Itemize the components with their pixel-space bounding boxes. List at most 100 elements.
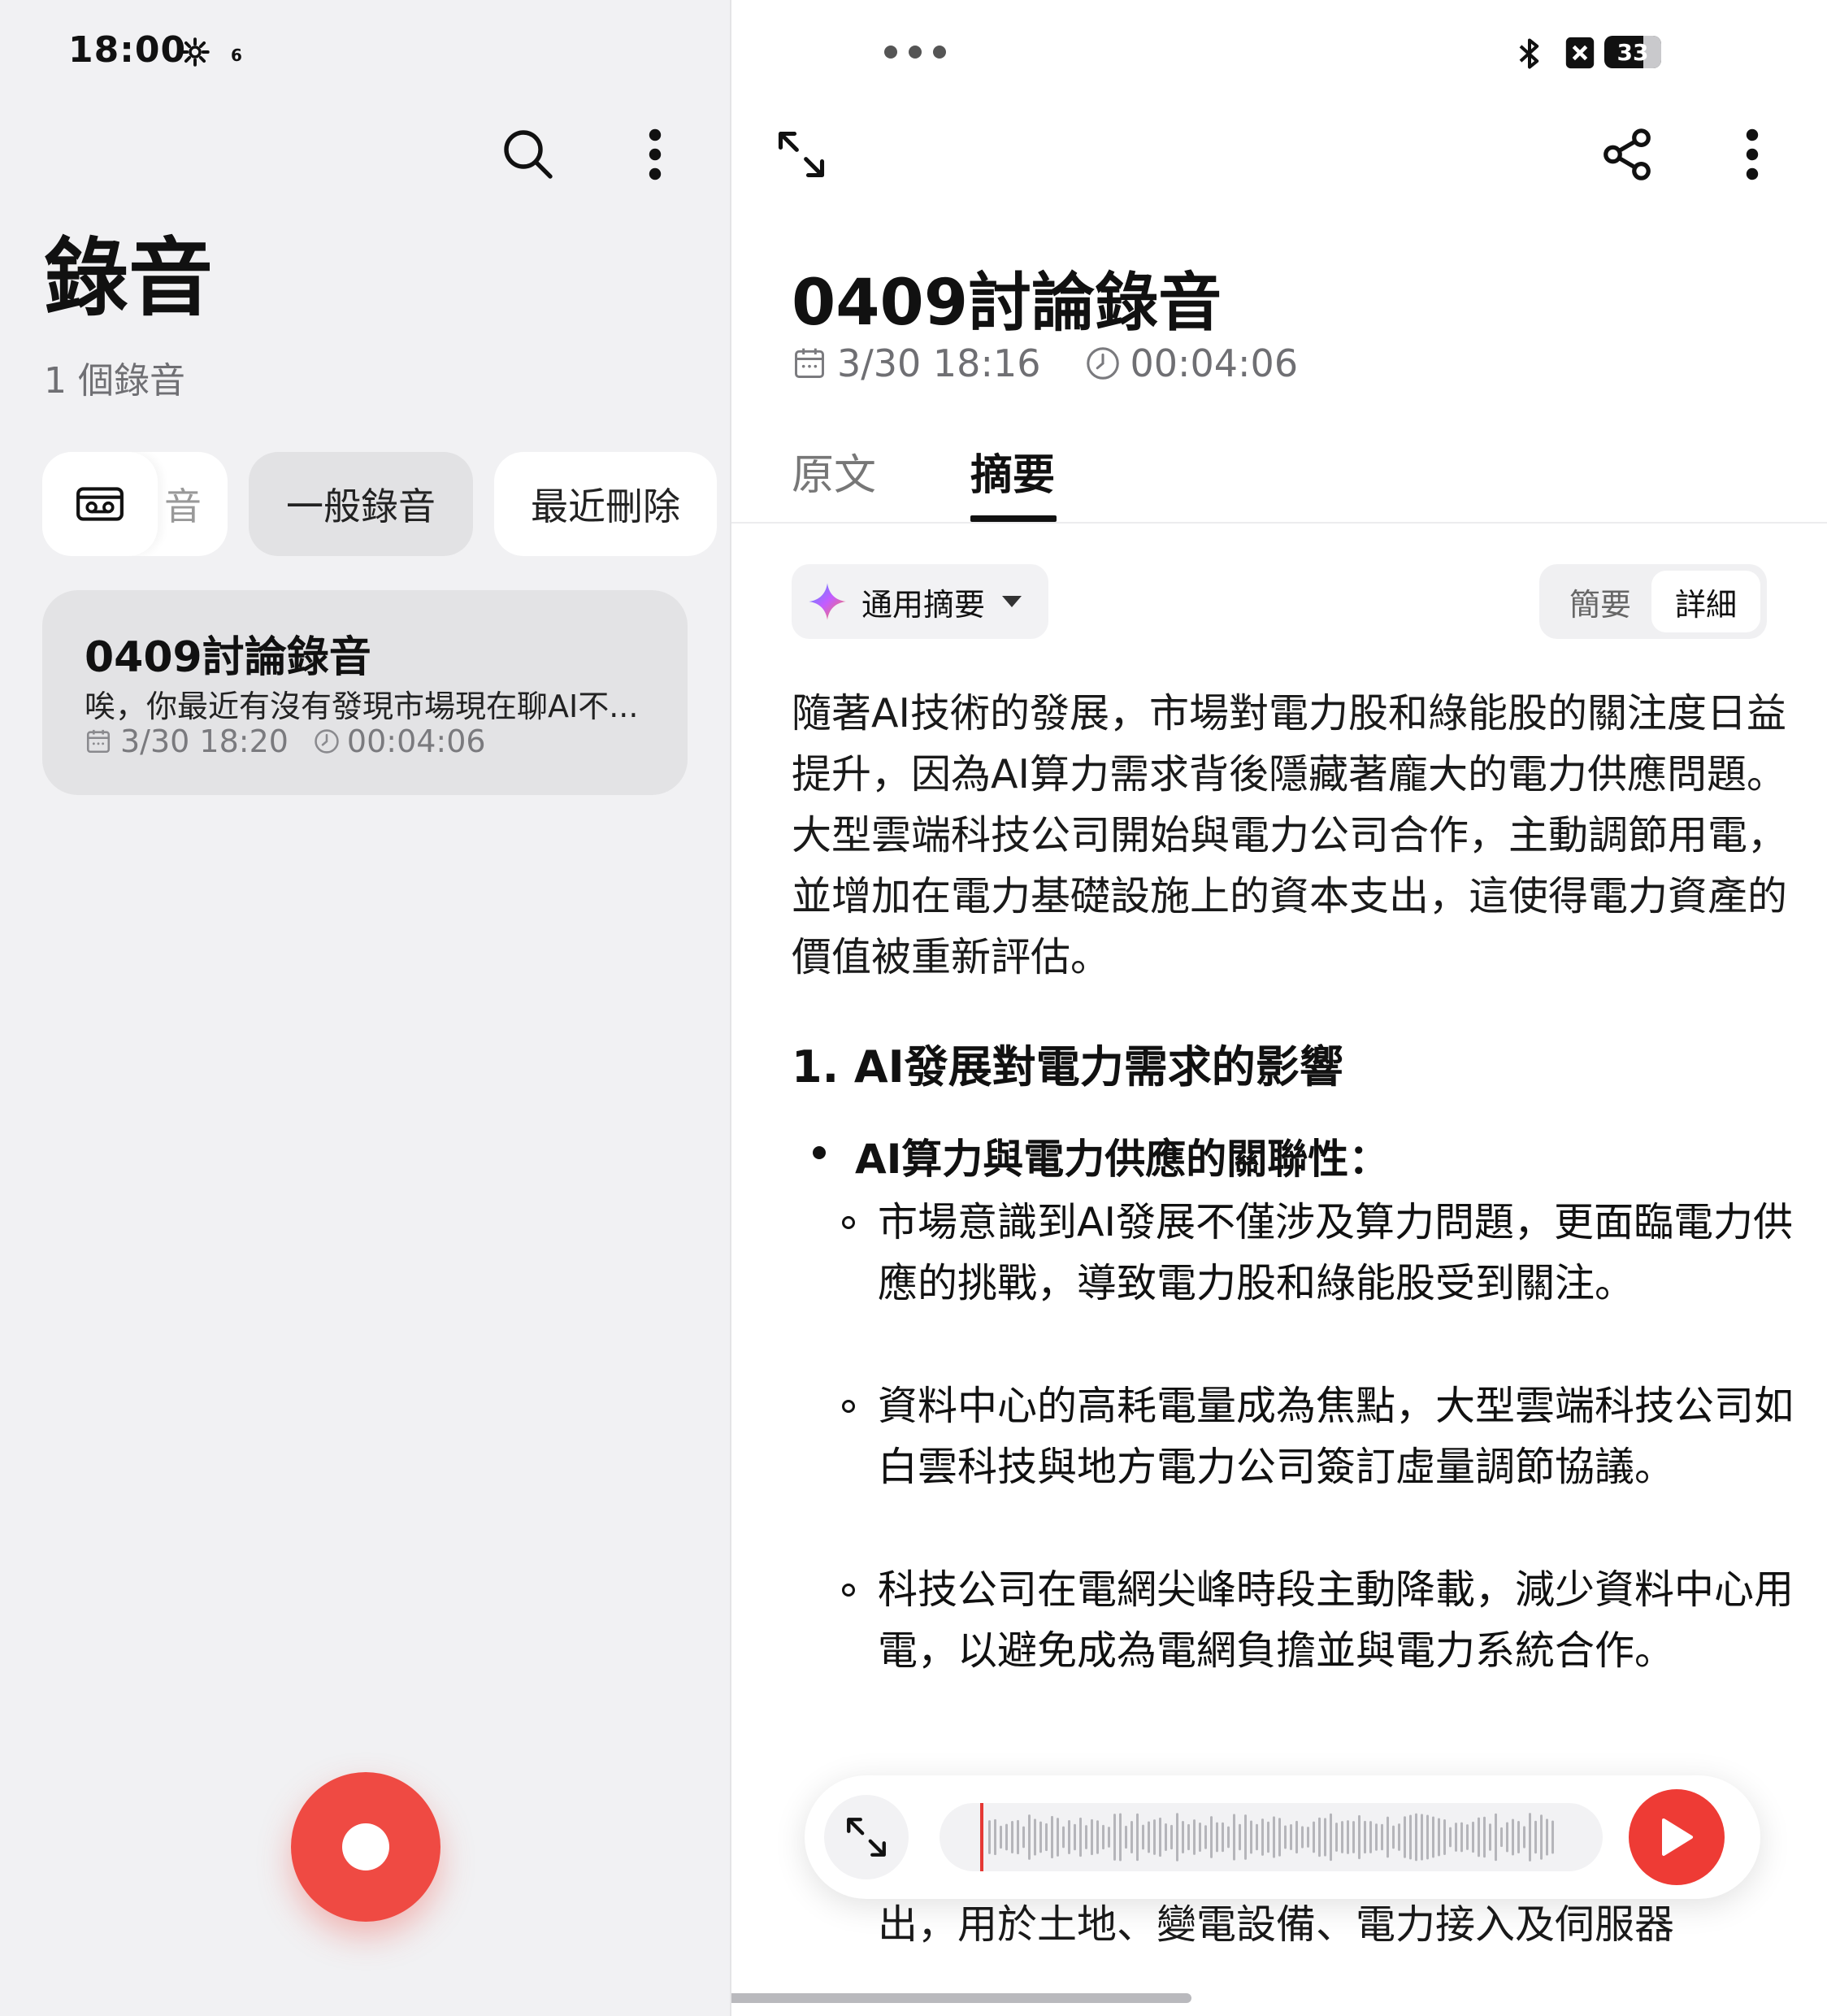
recording-snippet: 唉，你最近有沒有發現市場現在聊AI不... (85, 689, 639, 724)
home-indicator[interactable] (731, 1993, 1191, 2003)
waveform-bar (1096, 1820, 1099, 1854)
waveform-bar (1034, 1818, 1036, 1856)
waveform-bar (1136, 1813, 1139, 1862)
waveform-bar (1404, 1816, 1406, 1858)
recording-meta: 3/30 18:16 00:04:06 (792, 341, 1298, 385)
waveform-bar (1079, 1817, 1082, 1857)
waveform-bar (1119, 1813, 1122, 1862)
summary-continued-text: 出，用於土地、變電設備、電力接入及伺服器 (878, 1894, 1796, 1975)
waveform-bar (1176, 1813, 1178, 1862)
waveform-bar (1307, 1827, 1309, 1848)
waveform-bar (1142, 1824, 1144, 1850)
waveform-bar (1210, 1816, 1213, 1858)
recording-date: 3/30 18:16 (837, 341, 1041, 385)
waveform-bar (1085, 1825, 1087, 1849)
waveform-bar (1375, 1823, 1378, 1851)
share-icon (1604, 128, 1651, 180)
active-tab-indicator (970, 515, 1057, 522)
waveform-bar (1415, 1813, 1417, 1862)
filter-chip-recently-deleted[interactable]: 最近刪除 (494, 452, 717, 556)
summary-type-label: 通用摘要 (861, 586, 986, 623)
waveform-bar (1426, 1814, 1429, 1860)
player-expand-button[interactable] (824, 1795, 909, 1879)
playhead[interactable] (980, 1803, 983, 1871)
recording-title: 0409討論錄音 (85, 633, 371, 682)
more-vertical-icon (1746, 128, 1759, 180)
waveform-bar (1540, 1814, 1543, 1860)
search-button[interactable] (496, 122, 561, 187)
waveform-bar (1551, 1820, 1554, 1854)
recording-date: 3/30 18:20 (120, 723, 289, 759)
section-heading: 1. AI發展對電力需求的影響 (792, 1041, 1343, 1093)
more-options-button[interactable] (631, 122, 679, 187)
waveform-bar (1062, 1826, 1065, 1849)
waveform-bar (1387, 1816, 1389, 1858)
tabs-divider (731, 522, 1827, 524)
filter-chip-call-recording[interactable]: 音 (42, 452, 228, 556)
waveform-bar (1517, 1821, 1520, 1853)
tab-transcript[interactable]: 原文 (792, 441, 876, 502)
clock-icon (1087, 347, 1120, 380)
waveform-bar (1091, 1818, 1093, 1856)
waveform-bar (1295, 1820, 1298, 1854)
waveform-bar (1039, 1821, 1042, 1853)
recordings-list-pane: 18:00 6 錄音 1 個錄音 音 一般錄音 最近刪除 0409討論錄音 唉，… (0, 0, 730, 2016)
summary-type-dropdown[interactable]: 通用摘要 (792, 564, 1048, 639)
waveform-bar (1506, 1822, 1508, 1853)
sparkle-icon (809, 583, 846, 620)
sub-bullet-dot (842, 1216, 855, 1229)
calendar-icon (795, 348, 824, 378)
waveform-bar (1011, 1821, 1013, 1853)
bluetooth-status-icon (1512, 36, 1547, 75)
sub-bullet-item: 資料中心的高耗電量成為焦點，大型雲端科技公司如白雲科技與地方電力公司簽訂虛量調節… (842, 1375, 1796, 1497)
segment-brief[interactable]: 簡要 (1546, 571, 1655, 632)
waveform-bar (1244, 1814, 1247, 1860)
recording-duration: 00:04:06 (1130, 341, 1299, 385)
waveform-bar (1341, 1821, 1343, 1853)
waveform-bar (1352, 1821, 1355, 1853)
waveform-bar (1130, 1821, 1133, 1853)
waveform-bar (1148, 1821, 1150, 1853)
waveform-bar (1381, 1823, 1383, 1851)
recording-count: 1 個錄音 (44, 360, 185, 402)
record-button[interactable] (291, 1772, 440, 1922)
calendar-icon (86, 729, 111, 754)
chip-label: 一般錄音 (286, 484, 436, 528)
waveform-bar (1022, 1826, 1025, 1849)
filter-chip-general[interactable]: 一般錄音 (249, 452, 473, 556)
sub-bullet-item: 科技公司在電網尖峰時段主動降載，減少資料中心用電，以避免成為電網負擔並與電力系統… (842, 1559, 1796, 1681)
waveform-bar (1028, 1814, 1031, 1860)
tab-summary[interactable]: 摘要 (970, 441, 1055, 502)
waveform-bar (1222, 1822, 1224, 1853)
share-button[interactable] (1595, 122, 1660, 187)
segment-detailed[interactable]: 詳細 (1651, 571, 1760, 632)
waveform-bar (1045, 1823, 1048, 1852)
waveform-bar (1369, 1821, 1372, 1853)
recording-list-item[interactable]: 0409討論錄音 唉，你最近有沒有發現市場現在聊AI不... 3/30 18:2… (42, 590, 688, 795)
waveform-bar (1421, 1814, 1423, 1861)
waveform-bar (1534, 1820, 1537, 1854)
sub-bullet-dot (842, 1400, 855, 1413)
waveform-bar (1335, 1823, 1338, 1852)
waveform-bar (1301, 1826, 1304, 1849)
window-drag-handle[interactable] (883, 44, 948, 63)
waveform-bar (1478, 1817, 1480, 1857)
waveform-bar (1017, 1819, 1019, 1855)
settings-status-icon (180, 37, 210, 70)
recording-detail-pane: 33 0409討論錄音 3/30 18:16 00:04:06 原文 摘要 通用… (731, 0, 1827, 2016)
waveform-bar (1284, 1825, 1287, 1849)
waveform-bar (1455, 1823, 1457, 1852)
notification-count: 6 (231, 46, 242, 65)
play-button[interactable] (1629, 1789, 1725, 1885)
detail-more-button[interactable] (1728, 122, 1777, 187)
waveform-scrubber[interactable] (940, 1803, 1603, 1871)
expand-button[interactable] (769, 122, 834, 187)
dropdown-arrow-icon (1002, 596, 1022, 607)
waveform-bar (1443, 1819, 1446, 1855)
waveform-bar (994, 1818, 996, 1856)
waveform-bar (1051, 1815, 1053, 1859)
waveform-bar (1432, 1816, 1434, 1858)
page-title: 錄音 (44, 228, 214, 328)
waveform-bar (1466, 1824, 1469, 1850)
cassette-icon (76, 487, 124, 521)
